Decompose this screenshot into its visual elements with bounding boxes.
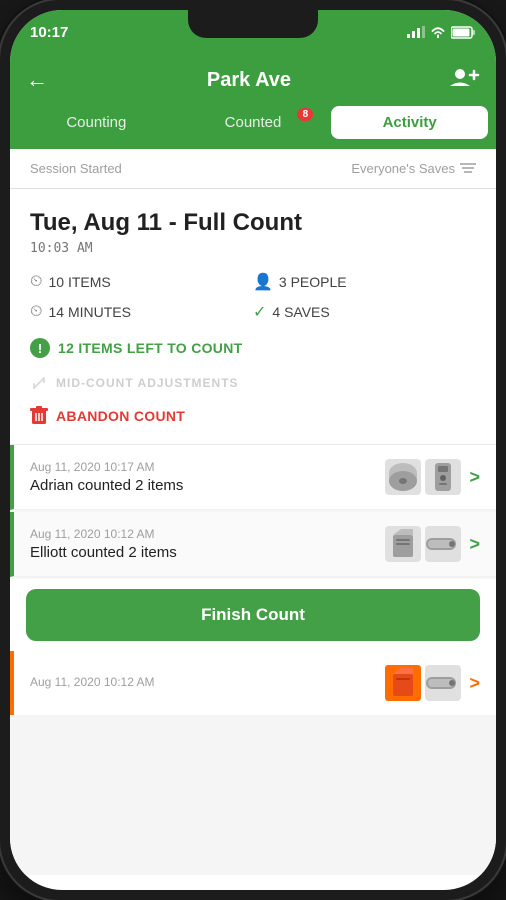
activity-list-item-1[interactable]: Aug 11, 2020 10:17 AM Adrian counted 2 i… — [10, 445, 496, 510]
activity-date-1: Aug 11, 2020 10:17 AM — [30, 460, 385, 474]
abandon-count[interactable]: ABANDON COUNT — [30, 406, 476, 426]
app-header: ← Park Ave — [10, 54, 496, 106]
wifi-icon — [430, 26, 446, 38]
page-title: Park Ave — [207, 69, 291, 92]
back-button[interactable]: ← — [26, 67, 48, 93]
add-people-icon — [450, 66, 480, 88]
stat-items: ⏲ 10 ITEMS — [30, 272, 253, 292]
tab-activity[interactable]: Activity — [331, 106, 488, 139]
finish-count-button[interactable]: Finish Count — [26, 589, 480, 641]
saves-filter[interactable]: Everyone's Saves — [351, 161, 476, 176]
filter-icon — [460, 163, 476, 175]
chevron-right-2: > — [469, 534, 480, 555]
activity-list-item-2[interactable]: Aug 11, 2020 10:12 AM Elliott counted 2 … — [10, 512, 496, 577]
activity-date-2: Aug 11, 2020 10:12 AM — [30, 527, 385, 541]
activity-card: Tue, Aug 11 - Full Count 10:03 AM ⏲ 10 I… — [10, 189, 496, 445]
add-people-button[interactable] — [450, 66, 480, 94]
thumb-card — [385, 526, 421, 562]
stat-people: 👤 3 PEOPLE — [253, 272, 476, 292]
counted-badge: 8 — [297, 108, 313, 121]
activity-time: 10:03 AM — [30, 241, 476, 256]
clock-icon-1: ⏲ — [30, 273, 42, 291]
finish-button-container: Finish Count — [10, 579, 496, 651]
chevron-right-bottom: > — [469, 673, 480, 694]
activity-desc-2: Elliott counted 2 items — [30, 544, 385, 561]
adjust-icon — [30, 374, 48, 392]
main-content: Session Started Everyone's Saves Tue, Au… — [10, 149, 496, 875]
activity-title: Tue, Aug 11 - Full Count — [30, 209, 476, 237]
tab-bar: Counting Counted 8 Activity — [10, 106, 496, 149]
chevron-right-1: > — [469, 467, 480, 488]
session-banner: Session Started Everyone's Saves — [10, 149, 496, 189]
tab-counting[interactable]: Counting — [18, 106, 175, 139]
clock-icon-2: ⏲ — [30, 303, 42, 321]
person-icon: 👤 — [253, 272, 273, 292]
signal-icon — [407, 26, 425, 38]
activity-stats: ⏲ 10 ITEMS 👤 3 PEOPLE ⏲ 14 MINUTES ✓ 4 S… — [30, 272, 476, 322]
items-left-text: 12 ITEMS LEFT TO COUNT — [58, 340, 242, 356]
stat-saves: ✓ 4 SAVES — [253, 302, 476, 322]
stat-minutes: ⏲ 14 MINUTES — [30, 302, 253, 322]
thumb-disk — [385, 459, 421, 495]
thumbnails-2 — [385, 526, 461, 562]
trash-icon — [30, 406, 48, 426]
tab-counted[interactable]: Counted 8 — [175, 106, 332, 139]
status-time: 10:17 — [30, 24, 68, 41]
session-started-label: Session Started — [30, 161, 122, 176]
mid-count-text: MID-COUNT ADJUSTMENTS — [56, 376, 239, 390]
thumb-bottom-card — [385, 665, 421, 701]
thumb-bottom-drive — [425, 665, 461, 701]
bottom-date: Aug 11, 2020 10:12 AM — [30, 675, 385, 689]
alert-icon: ! — [30, 338, 50, 358]
notch — [188, 10, 318, 38]
thumb-drive — [425, 526, 461, 562]
mid-count-adjustments[interactable]: MID-COUNT ADJUSTMENTS — [30, 374, 476, 392]
bottom-thumbnails — [385, 665, 461, 701]
bottom-activity-item[interactable]: Aug 11, 2020 10:12 AM — [10, 651, 496, 715]
thumb-tower — [425, 459, 461, 495]
thumbnails-1 — [385, 459, 461, 495]
battery-icon — [451, 26, 476, 39]
abandon-text: ABANDON COUNT — [56, 408, 185, 424]
activity-desc-1: Adrian counted 2 items — [30, 477, 385, 494]
check-icon: ✓ — [253, 302, 266, 322]
items-left: ! 12 ITEMS LEFT TO COUNT — [30, 338, 476, 358]
status-icons — [407, 26, 476, 39]
